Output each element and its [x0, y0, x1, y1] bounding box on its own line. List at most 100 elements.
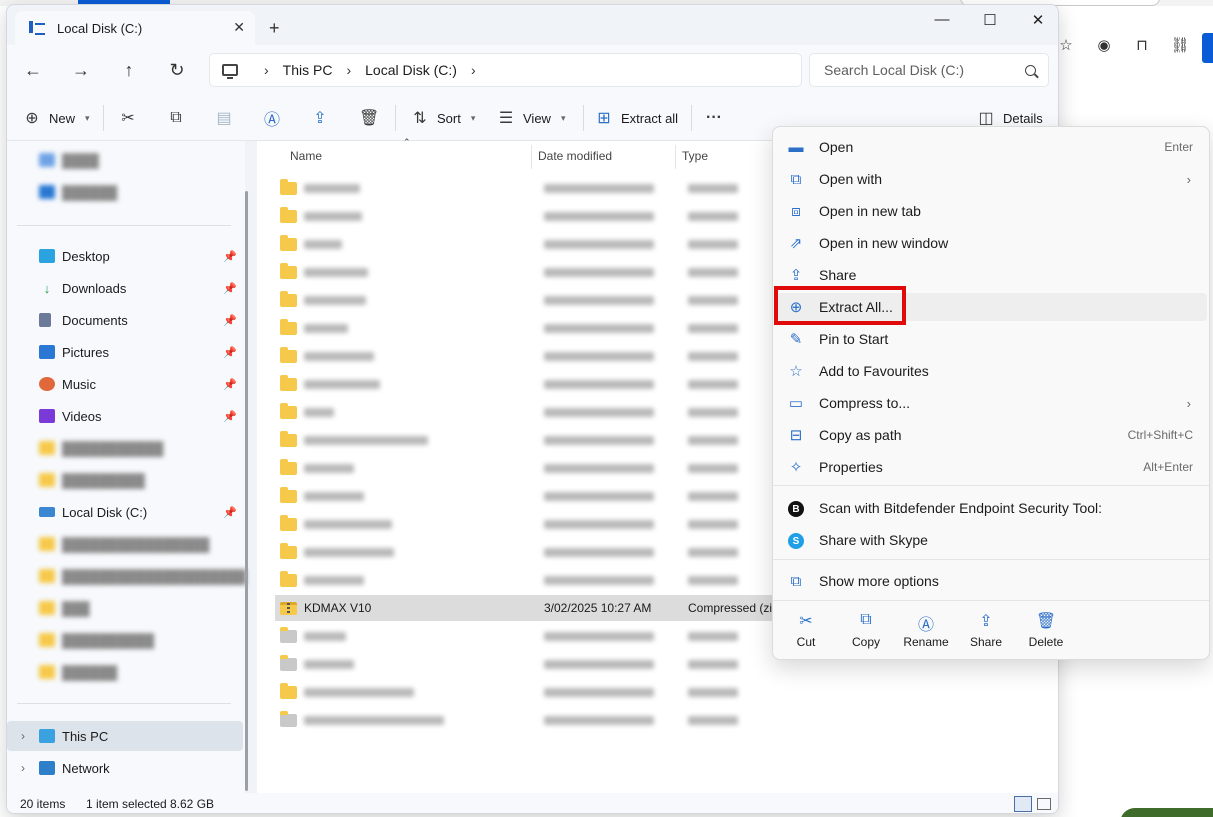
cut-quick-action-button[interactable]: ✂ Cut	[776, 611, 836, 649]
back-button[interactable]: ←	[19, 57, 47, 83]
sidebar-item-this-pc[interactable]: › This PC	[7, 721, 243, 751]
new-button[interactable]: ⊕ New ▾	[23, 107, 89, 129]
sidebar-item-documents[interactable]: Documents 📌	[7, 305, 243, 335]
table-row[interactable]	[275, 707, 1045, 733]
breadcrumb-separator-icon[interactable]: ›	[346, 62, 351, 78]
lock-icon[interactable]: ⊓	[1132, 36, 1152, 54]
menu-item-show-more-options[interactable]: ⧉ Show more options	[777, 567, 1207, 595]
shortcut-hint: Enter	[1164, 140, 1193, 154]
address-bar[interactable]: › This PC › Local Disk (C:) ›	[209, 53, 802, 87]
background-green-button[interactable]	[1120, 808, 1213, 817]
copy-button[interactable]: ⧉	[167, 107, 185, 129]
background-blue-button[interactable]	[1202, 33, 1213, 63]
sidebar-item-pictures[interactable]: Pictures 📌	[7, 337, 243, 367]
star-icon[interactable]: ☆	[1056, 36, 1076, 54]
menu-item-properties[interactable]: ✧ Properties Alt+Enter	[777, 453, 1207, 481]
sidebar-item-label: This PC	[62, 728, 109, 744]
sidebar-item-redacted[interactable]: █████████	[7, 465, 243, 495]
sidebar-item-redacted[interactable]: ██████████	[7, 625, 243, 655]
sidebar-item-redacted[interactable]: ██████	[7, 177, 243, 207]
copy-quick-action-button[interactable]: ⧉ Copy	[836, 611, 896, 649]
delete-quick-action-button[interactable]: 🗑 Delete	[1016, 611, 1076, 649]
table-row[interactable]	[275, 679, 1045, 705]
eye-icon[interactable]: ◉	[1094, 36, 1114, 54]
menu-item-label: Add to Favourites	[819, 363, 929, 379]
column-divider[interactable]	[531, 145, 532, 169]
tiles-view-icon[interactable]	[1037, 798, 1051, 810]
refresh-button[interactable]: ↻	[163, 57, 191, 83]
sidebar-item-downloads[interactable]: ↓ Downloads 📌	[7, 273, 243, 303]
pin-icon[interactable]: 📌	[223, 282, 237, 295]
sidebar-item-redacted[interactable]: ███	[7, 593, 243, 623]
column-divider[interactable]	[675, 145, 676, 169]
breadcrumb-local-disk[interactable]: Local Disk (C:)	[365, 62, 457, 78]
breadcrumb-this-pc[interactable]: This PC	[283, 62, 333, 78]
more-options-button[interactable]: ···	[705, 107, 723, 129]
column-header-date[interactable]: Date modified	[538, 149, 612, 163]
folder-icon	[280, 514, 297, 531]
menu-item-open-in-new-window[interactable]: ⇗ Open in new window	[777, 229, 1207, 257]
search-input[interactable]: Search Local Disk (C:)	[809, 53, 1049, 87]
close-tab-icon[interactable]: ✕	[233, 19, 245, 36]
pin-icon[interactable]: 📌	[223, 506, 237, 519]
menu-item-open-in-new-tab[interactable]: ⧈ Open in new tab	[777, 197, 1207, 225]
sidebar-item-network[interactable]: › Network	[7, 753, 243, 783]
cut-button[interactable]: ✂	[119, 107, 137, 129]
rename-quick-action-button[interactable]: Ⓐ Rename	[896, 611, 956, 649]
sidebar-item-local-disk[interactable]: Local Disk (C:) 📌	[7, 497, 243, 527]
details-view-icon[interactable]	[1014, 796, 1032, 812]
sidebar-item-redacted[interactable]: ████████████████████	[7, 561, 246, 591]
pin-icon[interactable]: 📌	[223, 410, 237, 423]
menu-item-open-with[interactable]: ⧉ Open with ›	[777, 165, 1207, 193]
column-header-type[interactable]: Type	[682, 149, 708, 163]
menu-item-open[interactable]: ▬ Open Enter	[777, 133, 1207, 161]
close-window-button[interactable]: ✕	[1014, 11, 1058, 29]
view-button[interactable]: ☰ View ▾	[497, 107, 566, 129]
sidebar-item-label: Music	[62, 376, 96, 392]
menu-item-pin-to-start[interactable]: ✎ Pin to Start	[777, 325, 1207, 353]
share-button[interactable]: ⇪	[311, 107, 329, 129]
folder-icon	[39, 441, 55, 455]
share-quick-action-button[interactable]: ⇪ Share	[956, 611, 1016, 649]
menu-item-skype[interactable]: S Share with Skype	[777, 526, 1207, 554]
sidebar-item-redacted[interactable]: ██████	[7, 657, 243, 687]
redacted-cell	[544, 547, 654, 557]
menu-item-label: Open with	[819, 171, 883, 187]
tab-local-disk[interactable]: Local Disk (C:) ✕	[15, 11, 255, 45]
redacted-cell	[304, 211, 362, 221]
maximize-button[interactable]: ☐	[966, 11, 1014, 29]
chevron-right-icon[interactable]: ›	[21, 761, 25, 775]
sidebar-item-redacted[interactable]: ████████████████	[7, 529, 243, 559]
paste-button[interactable]: ▤	[215, 107, 233, 129]
pin-icon[interactable]: 📌	[223, 378, 237, 391]
rename-icon: Ⓐ	[263, 112, 280, 129]
breadcrumb-separator-icon[interactable]: ›	[471, 62, 476, 78]
sort-button[interactable]: ⇅ Sort ▾	[411, 107, 475, 129]
rename-button[interactable]: Ⓐ	[263, 107, 281, 129]
forward-button[interactable]: →	[67, 57, 95, 83]
pin-icon[interactable]: 📌	[223, 346, 237, 359]
link-icon[interactable]: ⛓	[1170, 36, 1190, 54]
up-button[interactable]: ↑	[115, 57, 143, 83]
breadcrumb-separator-icon[interactable]: ›	[264, 62, 269, 78]
pin-icon[interactable]: 📌	[223, 314, 237, 327]
menu-item-compress-to[interactable]: ▭ Compress to... ›	[777, 389, 1207, 417]
sidebar-item-redacted[interactable]: ███████████	[7, 433, 243, 463]
minimize-button[interactable]: —	[918, 11, 966, 29]
menu-item-copy-as-path[interactable]: ⊟ Copy as path Ctrl+Shift+C	[777, 421, 1207, 449]
menu-item-add-to-favourites[interactable]: ☆ Add to Favourites	[777, 357, 1207, 385]
sidebar-item-desktop[interactable]: Desktop 📌	[7, 241, 243, 271]
download-icon: ↓	[43, 281, 51, 296]
menu-item-share[interactable]: ⇪ Share	[777, 261, 1207, 289]
menu-item-bitdefender[interactable]: B Scan with Bitdefender Endpoint Securit…	[777, 494, 1207, 522]
sidebar-scrollbar[interactable]	[245, 191, 248, 791]
pin-icon[interactable]: 📌	[223, 250, 237, 263]
delete-button[interactable]: 🗑	[359, 107, 379, 129]
sidebar-item-videos[interactable]: Videos 📌	[7, 401, 243, 431]
chevron-right-icon[interactable]: ›	[21, 729, 25, 743]
sidebar-item-music[interactable]: Music 📌	[7, 369, 243, 399]
column-header-name[interactable]: Name	[290, 149, 322, 163]
extract-all-button[interactable]: ⊞ Extract all	[595, 107, 678, 129]
sidebar-item-redacted[interactable]: ████	[7, 145, 243, 175]
new-tab-button[interactable]: +	[269, 18, 280, 39]
